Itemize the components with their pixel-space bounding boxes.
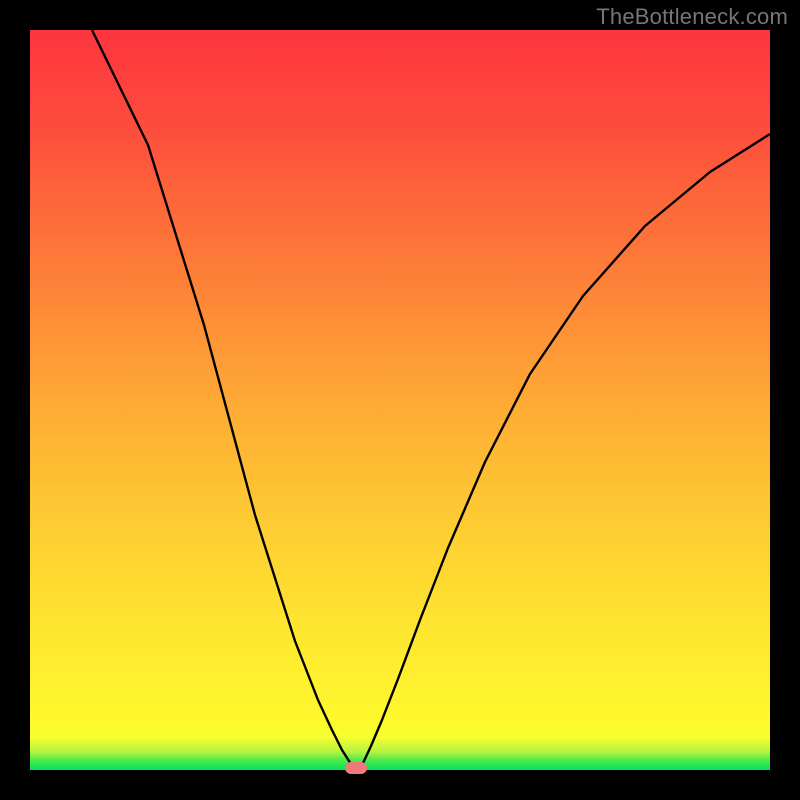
- optimal-point-marker: [345, 762, 367, 774]
- curve-path: [92, 30, 770, 770]
- plot-area: [30, 30, 770, 770]
- bottleneck-curve: [30, 30, 770, 770]
- chart-frame: TheBottleneck.com: [0, 0, 800, 800]
- watermark-text: TheBottleneck.com: [596, 4, 788, 30]
